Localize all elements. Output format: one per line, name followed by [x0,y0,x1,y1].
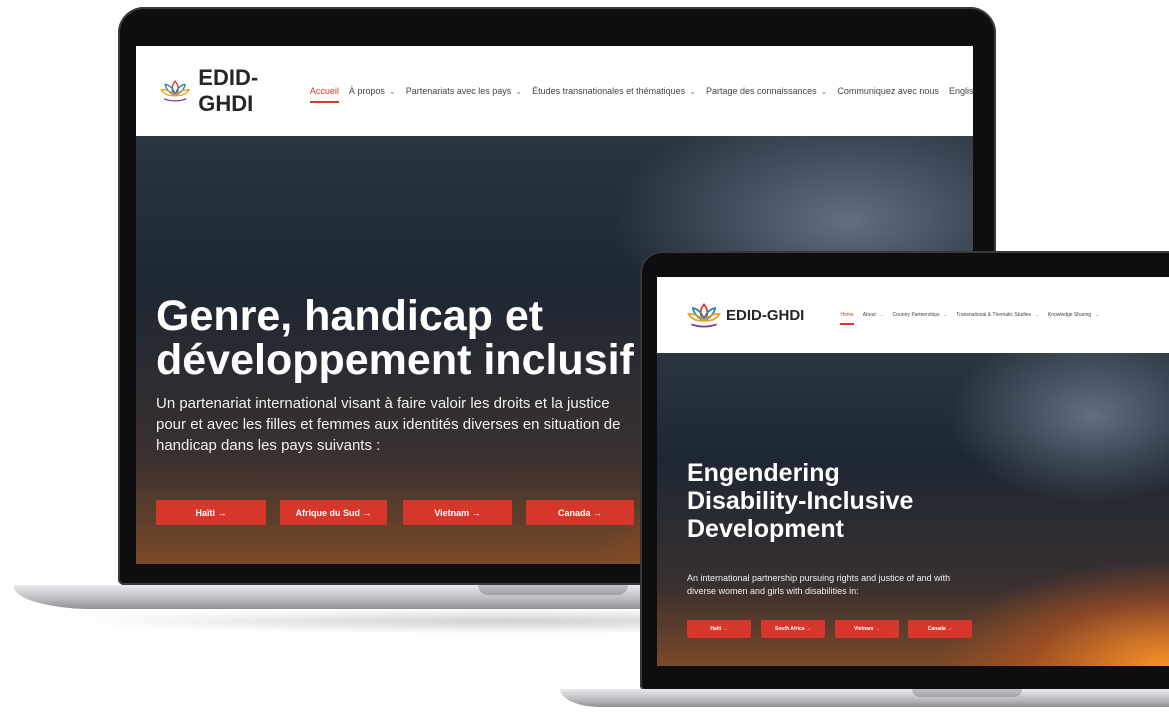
nav-item-english[interactable]: English [949,86,973,96]
arrow-right-icon: → [471,507,481,518]
site-logo[interactable]: EDID-GHDI [687,302,804,329]
hero-subtitle: Un partenariat international visant à fa… [156,395,621,454]
country-button-south-africa[interactable]: South Africa → [761,620,825,638]
button-label: Canada [927,626,946,632]
laptop-notch-french [478,585,628,595]
button-label: Canada [557,507,591,518]
country-button-canada[interactable]: Canada → [908,620,972,638]
nav-label: Partage des connaissances [706,86,817,96]
arrow-right-icon: → [593,507,603,518]
chevron-down-icon: ⌄ [388,87,396,96]
country-button-haiti[interactable]: Haiti → [687,620,751,638]
arrow-right-icon: → [217,507,227,518]
hero-subtitle: An international partnership pursuing ri… [687,573,951,596]
nav-item-country-partnerships[interactable]: Country Partnerships ⌄ [893,312,948,318]
button-label: Haiti [710,626,722,632]
chevron-down-icon: ⌄ [689,87,696,96]
chevron-down-icon: ⌄ [879,312,884,317]
nav-item-about[interactable]: About ⌄ [863,312,884,318]
laptop-notch-english [912,689,1022,697]
nav-item-knowledge-sharing[interactable]: Knowledge Sharing ⌄ [1048,312,1099,318]
country-button-afrique-du-sud[interactable]: Afrique du Sud → [280,500,387,525]
chevron-down-icon: ⌄ [820,87,828,96]
main-nav: Accueil À propos ⌄ Partenariats avec les … [309,86,973,103]
button-label: Haïti [195,507,215,518]
button-label: Vietnam [434,507,470,518]
main-nav: Home About ⌄ Country Partnerships ⌄ Transn… [840,312,1099,325]
hero-title-line: Genre, handicap et [156,292,544,340]
chevron-down-icon: ⌄ [1095,312,1099,317]
site-header: EDID-GHDI Accueil À propos ⌄ Partenariats… [136,46,973,136]
nav-item-home[interactable]: Home [840,312,855,325]
lotus-logo-icon [687,302,721,327]
arrow-right-icon: → [722,626,728,632]
nav-label: Country Partnerships [892,312,940,318]
hero-title: Engendering Disability-Inclusive Develop… [687,459,913,543]
hero-title-line: Disability-Inclusive [687,487,914,515]
button-label: South Africa [775,626,805,632]
logo-text: EDID-GHDI [198,65,259,116]
country-button-vietnam[interactable]: Vietnam → [403,500,512,525]
country-button-canada[interactable]: Canada → [526,500,634,525]
country-button-haiti[interactable]: Haïti → [156,500,266,525]
button-label: Afrique du Sud [295,507,360,518]
site-logo[interactable]: EDID-GHDI [160,65,274,117]
nav-label: À propos [348,86,385,96]
nav-item-communiquez[interactable]: Communiquez avec nous [837,86,939,96]
english-site-screen: EDID-GHDI Home About ⌄ Country Partnershi… [657,277,1169,666]
arrow-right-icon: → [362,507,372,518]
chevron-down-icon: ⌄ [1035,312,1039,317]
nav-label: Études transnationales et thématiques [532,86,686,96]
nav-item-partage[interactable]: Partage des connaissances ⌄ [706,86,827,96]
nav-item-accueil[interactable]: Accueil [309,86,339,103]
hero-section: Engendering Disability-Inclusive Develop… [657,353,1169,666]
arrow-right-icon: → [947,626,953,632]
arrow-right-icon: → [874,626,880,632]
nav-label: Partenariats avec les pays [405,86,512,96]
button-label: Vietnam [854,626,874,632]
nav-label: About [862,312,876,318]
nav-label: Transnational & Thematic Studies [956,312,1032,318]
nav-label: Communiquez avec nous [837,86,939,96]
hero-title-line: Engendering [687,459,840,487]
lotus-logo-icon [160,80,191,102]
hero-title-line: Development [687,515,844,543]
nav-item-a-propos[interactable]: À propos ⌄ [349,86,396,96]
nav-label: Knowledge Sharing [1047,312,1092,318]
nav-label: Accueil [309,86,339,96]
chevron-down-icon: ⌄ [943,312,948,317]
nav-label: English [948,86,973,96]
nav-item-partenariats[interactable]: Partenariats avec les pays ⌄ [406,86,522,96]
nav-item-etudes[interactable]: Études transnationales et thématiques ⌄ [532,86,696,96]
site-header: EDID-GHDI Home About ⌄ Country Partnershi… [657,277,1169,353]
nav-item-transnational[interactable]: Transnational & Thematic Studies ⌄ [956,312,1039,318]
country-button-vietnam[interactable]: Vietnam → [835,620,899,638]
chevron-down-icon: ⌄ [515,87,523,96]
arrow-right-icon: → [805,626,811,632]
laptop-base-english [560,689,1169,707]
hero-title-line: développement inclusif [156,336,634,384]
hero-title: Genre, handicap et développement inclusi… [156,294,634,382]
logo-text: EDID-GHDI [726,306,805,324]
nav-label: Home [840,312,854,318]
